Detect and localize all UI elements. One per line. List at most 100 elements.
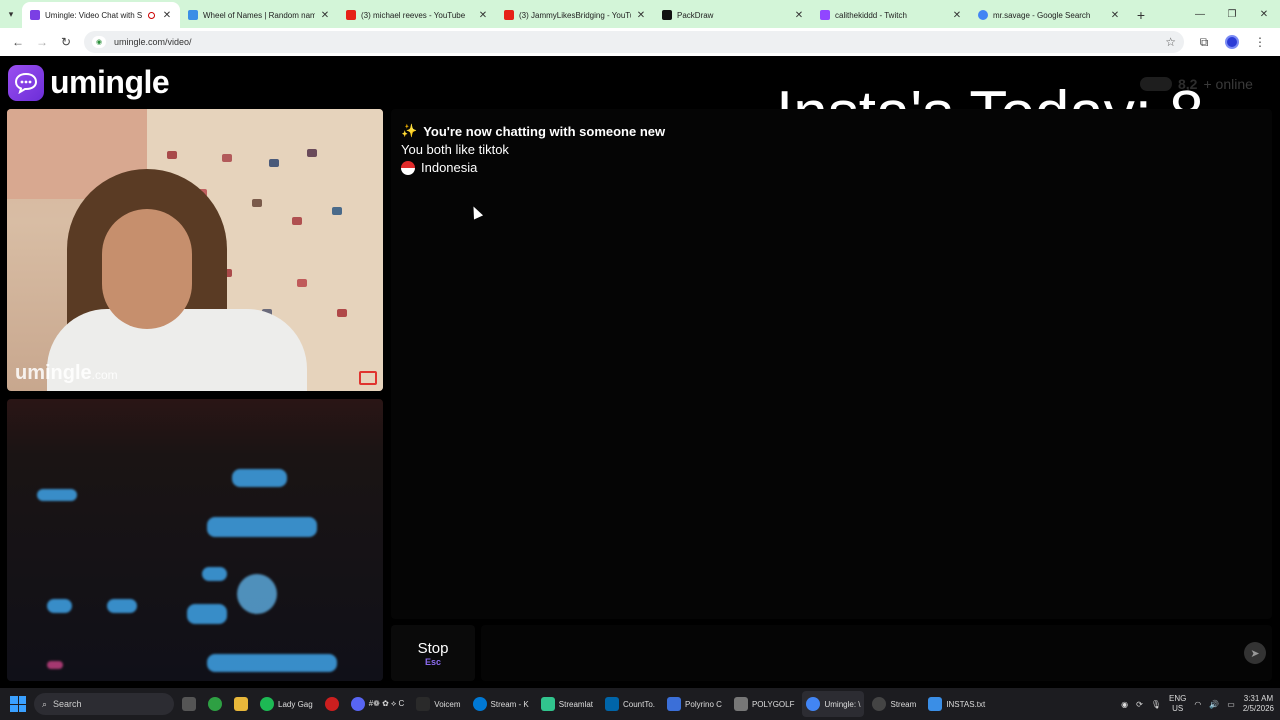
- taskbar-app-vscode[interactable]: CountTo.: [601, 691, 659, 717]
- close-icon[interactable]: ✕: [478, 10, 488, 21]
- system-tray: ◉ ⟳ 🎙 ENG US ◠ 🔊 ▭ 3:31 AM 2/5/2026: [1121, 694, 1274, 714]
- file-explorer-icon[interactable]: [230, 691, 252, 717]
- send-icon[interactable]: ➤: [1244, 642, 1266, 664]
- chrome-icon: [806, 697, 821, 711]
- wheel-favicon-icon: [188, 10, 198, 20]
- sync-icon[interactable]: ⟳: [1136, 700, 1143, 709]
- taskbar-app-polygolf[interactable]: POLYGOLF: [730, 691, 799, 717]
- taskbar-app-edge[interactable]: Stream - K: [469, 691, 533, 717]
- forward-icon[interactable]: →: [30, 30, 54, 54]
- camera-permission-icon[interactable]: ◉: [92, 36, 106, 48]
- youtube-favicon-icon: [504, 10, 514, 20]
- close-icon[interactable]: ✕: [162, 10, 172, 21]
- close-icon[interactable]: ✕: [952, 10, 962, 21]
- tab-youtube-jammy[interactable]: (3) JammyLikesBridging - YouTu ✕: [496, 2, 654, 28]
- back-icon[interactable]: ←: [6, 30, 30, 54]
- discord-tray-icon[interactable]: ◉: [1121, 700, 1128, 709]
- extensions-icon[interactable]: ⧉: [1190, 35, 1218, 50]
- umingle-favicon-icon: [30, 10, 40, 20]
- keyboard-shortcut: Esc: [424, 656, 441, 667]
- clock[interactable]: 3:31 AM 2/5/2026: [1243, 694, 1274, 714]
- message-input[interactable]: ➤: [481, 625, 1272, 681]
- online-label: + online: [1203, 76, 1253, 92]
- sparkles-icon: ✨: [401, 123, 418, 138]
- taskbar-app-spotify[interactable]: Lady Gag: [256, 691, 317, 717]
- umingle-page: umingle 8,2 + online umingle.com ✨ You'r…: [0, 58, 1280, 688]
- taskbar-app-discord[interactable]: #❁ ✿ ⟡ C: [347, 691, 409, 717]
- bookmark-star-icon[interactable]: ☆: [1165, 35, 1176, 49]
- chat-panel: ✨ You're now chatting with someone new Y…: [391, 109, 1272, 619]
- packdraw-favicon-icon: [662, 10, 672, 20]
- opera-icon: [324, 697, 339, 711]
- taskbar-app-polyrino[interactable]: Polyrino C: [663, 691, 726, 717]
- wifi-icon[interactable]: ◠: [1194, 700, 1201, 709]
- edge-icon: [472, 697, 487, 711]
- chat-bubble-icon: [8, 64, 44, 101]
- minimize-icon[interactable]: —: [1184, 0, 1216, 28]
- language-indicator[interactable]: ENG US: [1169, 694, 1186, 714]
- windows-start-icon[interactable]: [10, 696, 26, 712]
- window-controls: — ❐ ✕: [1184, 0, 1280, 28]
- taskbar-app-stream[interactable]: Stream: [868, 691, 920, 717]
- tab-label: Wheel of Names | Random nam: [203, 10, 315, 20]
- self-video: [7, 399, 383, 681]
- tab-wheel-of-names[interactable]: Wheel of Names | Random nam ✕: [180, 2, 338, 28]
- taskbar-app-voicemod[interactable]: Voicem: [412, 691, 464, 717]
- tab-label: (3) michael reeves - YouTube: [361, 10, 466, 20]
- google-favicon-icon: [978, 10, 988, 20]
- taskbar-app-chrome[interactable]: Umingle: \: [802, 691, 865, 717]
- close-icon[interactable]: ✕: [320, 10, 330, 21]
- tab-search-icon[interactable]: ▾: [0, 0, 22, 28]
- search-icon: ⌕: [42, 698, 48, 709]
- umingle-watermark: umingle.com: [15, 362, 118, 384]
- common-interest-message: You both like tiktok: [401, 142, 509, 157]
- tab-label: calithekiddd - Twitch: [835, 10, 907, 20]
- xbox-icon[interactable]: [204, 691, 226, 717]
- volume-icon[interactable]: 🔊: [1209, 700, 1219, 709]
- tab-label: mr.savage - Google Search: [993, 10, 1091, 20]
- chat-system-message: ✨ You're now chatting with someone new: [401, 123, 666, 139]
- umingle-logo[interactable]: umingle: [8, 64, 170, 101]
- youtube-favicon-icon: [346, 10, 356, 20]
- browser-tab-bar: ▾ Umingle: Video Chat with S ✕ Wheel of …: [0, 0, 1280, 28]
- tab-label: (3) JammyLikesBridging - YouTu: [519, 10, 631, 20]
- tab-google-search[interactable]: mr.savage - Google Search ✕: [970, 2, 1128, 28]
- voicemod-icon: [416, 697, 431, 711]
- microphone-icon[interactable]: 🎙: [1151, 700, 1161, 709]
- recording-icon: [148, 11, 155, 19]
- tab-label: Umingle: Video Chat with S: [45, 10, 143, 20]
- battery-icon[interactable]: ▭: [1227, 700, 1235, 709]
- stop-button[interactable]: Stop Esc: [391, 625, 475, 681]
- spotify-icon: [260, 697, 274, 711]
- report-flag-icon[interactable]: [359, 371, 377, 385]
- window-icon: [733, 697, 748, 711]
- close-icon[interactable]: ✕: [636, 10, 646, 21]
- close-icon[interactable]: ✕: [794, 10, 804, 21]
- tab-twitch[interactable]: calithekiddd - Twitch ✕: [812, 2, 970, 28]
- address-bar: ← → ↻ ◉ umingle.com/video/ ☆ ⧉ ⋮: [0, 28, 1280, 56]
- profile-avatar[interactable]: [1218, 35, 1246, 49]
- tab-umingle[interactable]: Umingle: Video Chat with S ✕: [22, 2, 180, 28]
- tab-youtube-michael[interactable]: (3) michael reeves - YouTube ✕: [338, 2, 496, 28]
- restore-icon[interactable]: ❐: [1216, 0, 1248, 28]
- close-window-icon[interactable]: ✕: [1248, 0, 1280, 28]
- logo-text: umingle: [50, 64, 170, 100]
- url-input[interactable]: ◉ umingle.com/video/ ☆: [84, 31, 1184, 53]
- taskbar-app-notepad[interactable]: INSTAS.txt: [924, 691, 989, 717]
- taskbar-app-opera[interactable]: [321, 691, 343, 717]
- pen-icon: [667, 697, 682, 711]
- tab-packdraw[interactable]: PackDraw ✕: [654, 2, 812, 28]
- twitch-favicon-icon: [820, 10, 830, 20]
- vscode-icon: [605, 697, 619, 711]
- new-tab-button[interactable]: +: [1128, 2, 1154, 28]
- streamlabs-icon: [540, 697, 555, 711]
- country-message: Indonesia: [401, 160, 477, 175]
- reload-icon[interactable]: ↻: [54, 30, 78, 54]
- taskbar-app-streamlabs[interactable]: Streamlat: [537, 691, 597, 717]
- obs-icon: [872, 697, 887, 711]
- task-view-icon[interactable]: [178, 691, 200, 717]
- taskbar-search[interactable]: ⌕ Search: [34, 693, 174, 715]
- close-icon[interactable]: ✕: [1110, 10, 1120, 21]
- taskbar: ⌕ Search Lady Gag #❁ ✿ ⟡ C Voicem Stream…: [0, 688, 1280, 720]
- menu-icon[interactable]: ⋮: [1246, 35, 1274, 49]
